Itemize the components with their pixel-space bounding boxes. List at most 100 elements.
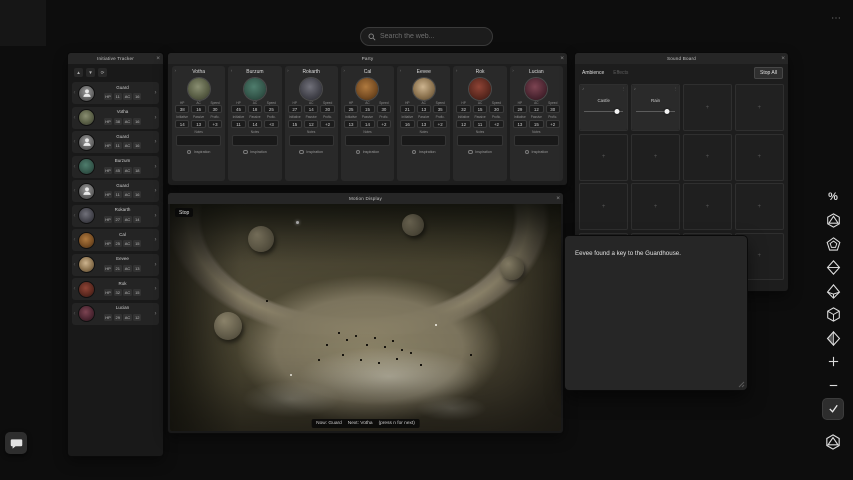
avatar[interactable] [79,86,94,101]
stat-value[interactable]: +3 [264,120,278,128]
chevron-right-icon[interactable]: › [155,114,157,122]
avatar[interactable] [79,110,94,125]
avatar[interactable] [525,78,547,100]
stat-value[interactable]: 12 [304,120,318,128]
stat-value[interactable]: 25 [344,105,358,113]
notes-input[interactable] [345,135,390,146]
stat-value[interactable]: 13 [513,120,527,128]
notes-input[interactable] [289,135,334,146]
stat-value[interactable]: 14 [360,120,374,128]
inspiration-checkbox[interactable] [468,150,473,155]
roll-d20-button[interactable] [823,432,843,452]
initiative-list-item[interactable]: ‹ Votha HP 38 AC 16 › [72,107,159,129]
stat-value[interactable]: 16 [400,120,414,128]
chevron-left-icon[interactable]: ‹ [74,212,76,220]
stat-value[interactable]: 30 [208,105,222,113]
avatar[interactable] [79,135,94,150]
chevron-right-icon[interactable]: › [512,68,514,73]
close-icon[interactable]: × [156,53,160,64]
chevron-left-icon[interactable]: ‹ [74,310,76,318]
chevron-right-icon[interactable]: › [155,187,157,195]
d100-button[interactable]: % [823,187,843,207]
initiative-list-item[interactable]: ‹ Rok HP 32 AC 15 › [72,278,159,300]
chevron-left-icon[interactable]: ‹ [74,187,76,195]
sound-tile[interactable]: + [735,84,784,131]
sound-tile[interactable]: + [683,84,732,131]
map-view[interactable]: Stop Now: Guard Next: Votha (press n for… [170,204,561,431]
d20-button[interactable] [823,211,843,231]
notes-input[interactable] [232,135,277,146]
avatar[interactable] [79,184,94,199]
close-icon[interactable]: × [560,53,564,64]
chevron-right-icon[interactable]: › [155,89,157,97]
stat-value[interactable]: 13 [344,120,358,128]
tab-effects[interactable]: Effects [613,70,628,76]
inspiration-checkbox[interactable] [525,150,530,155]
party-member-card[interactable]: › Rok HP 32 AC 15 Speed 30 [453,66,506,181]
initiative-tracker-header[interactable]: Initiative Tracker × [68,53,163,64]
search-input[interactable] [380,33,485,40]
chevron-right-icon[interactable]: › [343,68,345,73]
stat-value[interactable]: 38 [175,105,189,113]
stat-value[interactable]: 30 [320,105,334,113]
tab-ambience[interactable]: Ambience [582,70,604,76]
stat-value[interactable]: 13 [191,120,205,128]
party-member-card[interactable]: › Rokarth HP 27 AC 14 Speed 30 [285,66,338,181]
avatar[interactable] [79,233,94,248]
party-member-card[interactable]: › Lucian HP 29 AC 12 Speed 30 [510,66,563,181]
chevron-left-icon[interactable]: ‹ [74,236,76,244]
more-options-icon[interactable]: ⋯ [831,13,842,24]
decrease-button[interactable] [823,375,843,395]
avatar[interactable] [413,78,435,100]
app-menu-button[interactable] [0,0,46,46]
d10-button[interactable] [823,281,843,301]
stat-value[interactable]: 15 [360,105,374,113]
stat-value[interactable]: 13 [417,120,431,128]
chevron-right-icon[interactable]: › [155,285,157,293]
initiative-list-item[interactable]: ‹ Guard HP 11 AC 16 › [72,131,159,153]
chevron-right-icon[interactable]: › [456,68,458,73]
stat-value[interactable]: 30 [489,105,503,113]
next-turn-button[interactable]: ▼ [86,68,95,77]
stat-value[interactable]: 35 [433,105,447,113]
sound-tile[interactable]: + [683,183,732,230]
notes-input[interactable] [514,135,559,146]
avatar[interactable] [79,208,94,223]
stat-value[interactable]: 15 [288,120,302,128]
stat-value[interactable]: 14 [304,105,318,113]
stat-value[interactable]: +2 [377,120,391,128]
reset-initiative-button[interactable]: ⟳ [98,68,107,77]
inspiration-checkbox[interactable] [299,150,304,155]
chevron-right-icon[interactable]: › [400,68,402,73]
d4-button[interactable] [823,328,843,348]
party-member-card[interactable]: › Cal HP 25 AC 15 Speed 30 [341,66,394,181]
stop-all-button[interactable]: Stop All [754,67,783,79]
stat-value[interactable]: 13 [417,105,431,113]
initiative-list-item[interactable]: ‹ Lucian HP 29 AC 12 › [72,303,159,325]
stat-value[interactable]: 27 [288,105,302,113]
chevron-right-icon[interactable]: › [155,236,157,244]
sound-tile[interactable]: ♪ ⋮ Castle [579,84,628,131]
chevron-right-icon[interactable]: › [155,212,157,220]
stat-value[interactable]: 16 [191,105,205,113]
d12-button[interactable] [823,234,843,254]
notes-input[interactable] [176,135,221,146]
stat-value[interactable]: 32 [456,105,470,113]
stat-value[interactable]: 30 [377,105,391,113]
inspiration-checkbox[interactable] [412,150,417,155]
stat-value[interactable]: +3 [208,120,222,128]
avatar[interactable] [244,78,266,100]
chevron-left-icon[interactable]: ‹ [74,261,76,269]
sound-tile[interactable]: + [735,183,784,230]
chevron-right-icon[interactable]: › [287,68,289,73]
sound-tile[interactable]: ♪ ⋮ Rain [631,84,680,131]
party-member-card[interactable]: › Votha HP 38 AC 16 Speed 30 [172,66,225,181]
confirm-roll-button[interactable] [823,399,843,419]
sound-tile[interactable]: + [683,134,732,181]
party-member-card[interactable]: › Burzum HP 45 AC 18 Speed 25 [228,66,281,181]
chevron-left-icon[interactable]: ‹ [74,89,76,97]
avatar[interactable] [469,78,491,100]
chevron-right-icon[interactable]: › [155,261,157,269]
motion-display-header[interactable]: Motion Display × [168,193,563,204]
close-icon[interactable]: × [556,193,560,204]
